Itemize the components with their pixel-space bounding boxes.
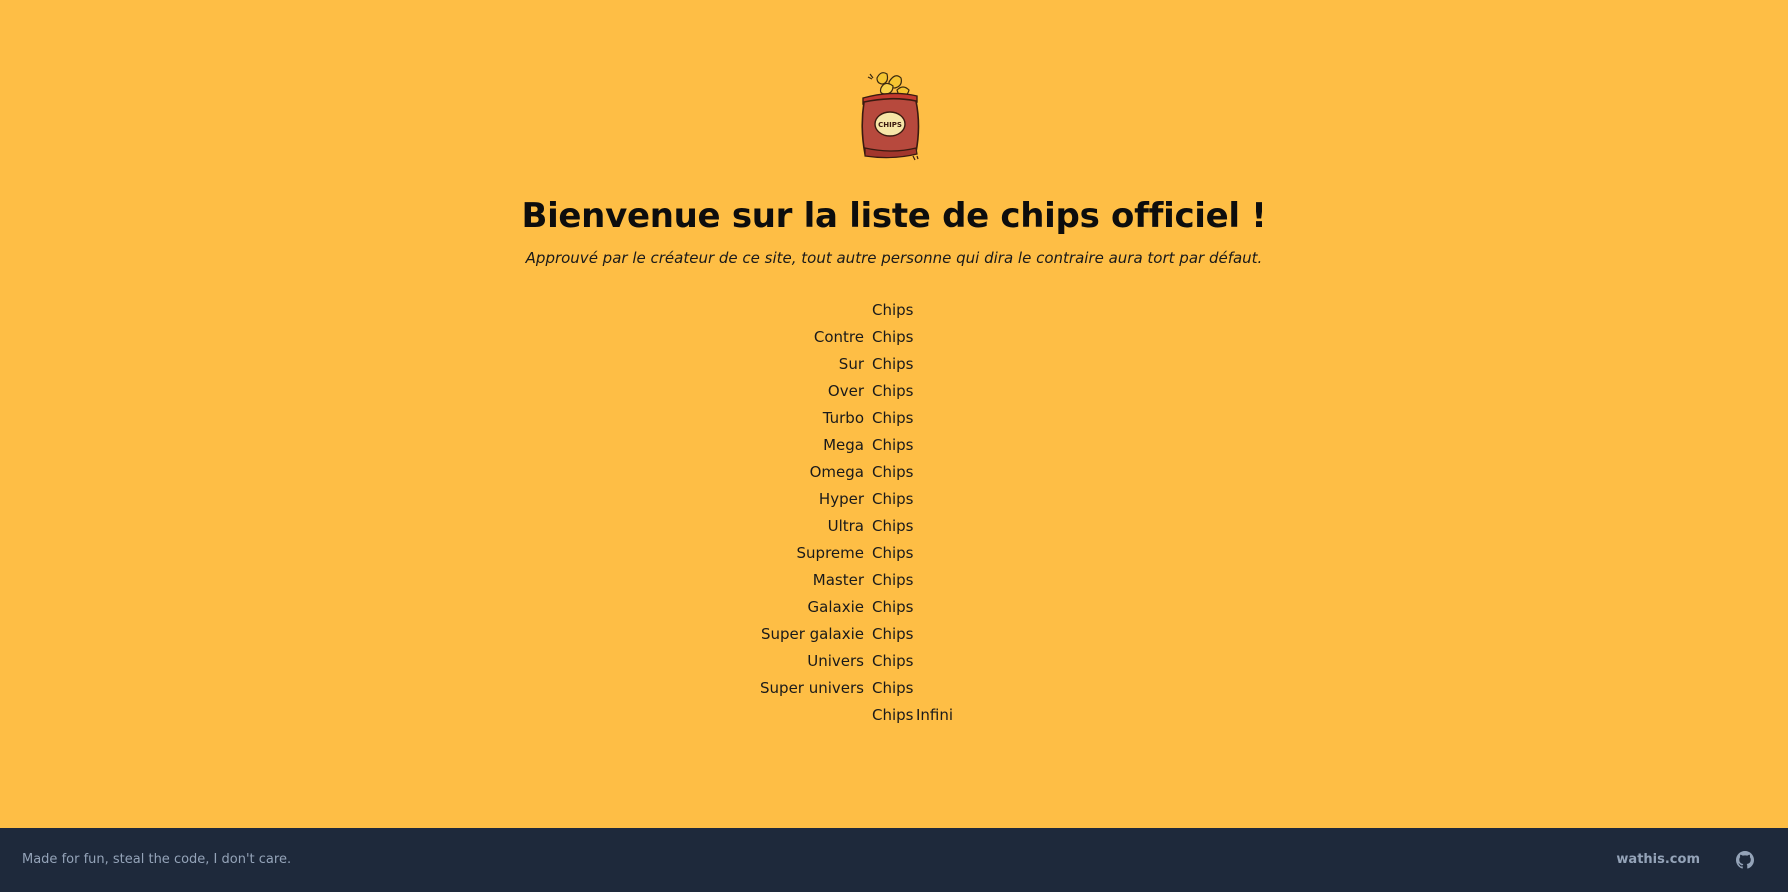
chips-word: Chips bbox=[872, 679, 914, 697]
page-title: Bienvenue sur la liste de chips officiel… bbox=[521, 196, 1267, 236]
chips-word: Chips bbox=[872, 355, 914, 373]
chips-word: Chips bbox=[872, 625, 914, 643]
chips-list-item: Mega Chips bbox=[0, 434, 1788, 461]
chips-word: Chips bbox=[872, 409, 914, 427]
chips-list-item: Chips Infini bbox=[0, 704, 1788, 731]
chips-list-item: Super galaxie Chips bbox=[0, 623, 1788, 650]
chips-list-item: Turbo Chips bbox=[0, 407, 1788, 434]
chips-word: Chips bbox=[872, 571, 914, 589]
chips-prefix: Super univers bbox=[760, 679, 864, 697]
chips-list-item: Master Chips bbox=[0, 569, 1788, 596]
chips-bag-icon: CHIPS bbox=[861, 72, 920, 161]
chips-word: Chips bbox=[872, 301, 914, 319]
chips-word: Chips bbox=[872, 382, 914, 400]
chips-prefix: Galaxie bbox=[807, 598, 864, 616]
chips-prefix: Contre bbox=[813, 328, 864, 346]
chips-word: Chips bbox=[872, 463, 914, 481]
chips-prefix: Hyper bbox=[818, 490, 864, 508]
chips-word: Chips bbox=[872, 652, 914, 670]
chips-word: Chips bbox=[872, 544, 914, 562]
chips-list-item: Ultra Chips bbox=[0, 515, 1788, 542]
chips-list-item: Hyper Chips bbox=[0, 488, 1788, 515]
svg-text:CHIPS: CHIPS bbox=[878, 121, 902, 129]
chips-word: Chips bbox=[872, 706, 914, 724]
chips-prefix: Over bbox=[827, 382, 864, 400]
chips-prefix: Turbo bbox=[822, 409, 864, 427]
footer-site-link[interactable]: wathis.com bbox=[1616, 851, 1700, 869]
chips-list-item: Univers Chips bbox=[0, 650, 1788, 677]
chips-prefix: Supreme bbox=[796, 544, 864, 562]
chips-word: Chips bbox=[872, 490, 914, 508]
chips-list-item: Galaxie Chips bbox=[0, 596, 1788, 623]
chips-list-item: Supreme Chips bbox=[0, 542, 1788, 569]
chips-list-item: Sur Chips bbox=[0, 353, 1788, 380]
chips-prefix: Omega bbox=[809, 463, 864, 481]
chips-list: Chips Contre Chips Sur Chips Over Chips Turbo Ch… bbox=[0, 299, 1788, 731]
chips-list-item: Super univers Chips bbox=[0, 677, 1788, 704]
chips-suffix: Infini bbox=[916, 706, 954, 724]
chips-prefix: Super galaxie bbox=[760, 625, 864, 643]
chips-prefix: Ultra bbox=[827, 517, 864, 535]
chips-prefix: Sur bbox=[838, 355, 864, 373]
chips-list-item: Omega Chips bbox=[0, 461, 1788, 488]
chips-list-item: Chips bbox=[0, 299, 1788, 326]
chips-prefix: Master bbox=[812, 571, 864, 589]
chips-list-item: Contre Chips bbox=[0, 326, 1788, 353]
page-subtitle: Approuvé par le créateur de ce site, tou… bbox=[525, 249, 1263, 267]
chips-list-item: Over Chips bbox=[0, 380, 1788, 407]
chips-prefix: Mega bbox=[823, 436, 864, 454]
chips-word: Chips bbox=[872, 598, 914, 616]
github-icon[interactable] bbox=[1736, 851, 1754, 869]
chips-word: Chips bbox=[872, 328, 914, 346]
chips-word: Chips bbox=[872, 436, 914, 454]
chips-prefix: Univers bbox=[807, 652, 864, 670]
footer-text: Made for fun, steal the code, I don't ca… bbox=[22, 852, 292, 867]
footer: Made for fun, steal the code, I don't ca… bbox=[0, 828, 1788, 892]
chips-word: Chips bbox=[872, 517, 914, 535]
